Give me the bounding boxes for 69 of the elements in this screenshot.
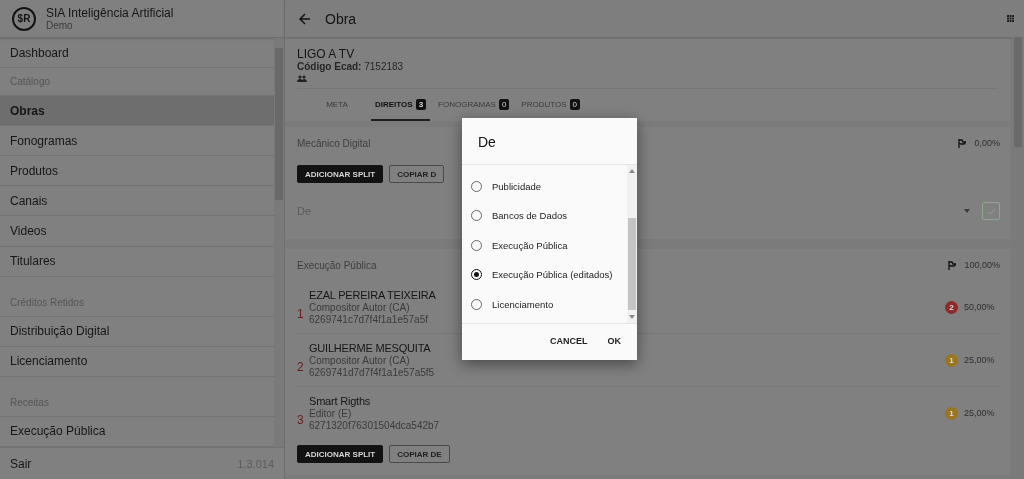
flag-icon xyxy=(958,138,967,148)
rightsholder-name: Smart Rigths xyxy=(309,395,371,407)
rightsholder-role: Editor (E) xyxy=(309,408,352,419)
radio-option[interactable]: Execução Pública (editados) xyxy=(462,260,627,290)
cancel-button[interactable]: CANCEL xyxy=(542,332,596,350)
scroll-up-icon[interactable] xyxy=(629,169,635,173)
app-title: SIA Inteligência Artificial xyxy=(46,6,174,20)
count-badge: 1 xyxy=(945,406,958,420)
sidebar-item[interactable]: Distribuição Digital xyxy=(0,316,274,347)
ok-button[interactable]: OK xyxy=(599,332,629,350)
tab[interactable]: DIREITOS 3 xyxy=(371,89,431,121)
radio-option[interactable]: Bancos de Dados xyxy=(462,201,627,231)
add-split-button[interactable]: ADICIONAR SPLIT xyxy=(297,165,384,183)
share-percentage: 25,00% xyxy=(964,355,996,365)
copy-button[interactable]: COPIAR DE xyxy=(389,445,450,463)
copy-button[interactable]: COPIAR D xyxy=(389,165,445,183)
flag-icon xyxy=(948,260,957,270)
count-badge: 0 xyxy=(498,98,510,110)
count-badge: 3 xyxy=(415,98,427,110)
tab[interactable]: PRODUTOS 0 xyxy=(517,89,584,121)
rightsholder-name: EZAL PEREIRA TEIXEIRA xyxy=(309,289,436,301)
total-percentage: 100,00% xyxy=(964,260,1000,270)
work-title: LIGO A TV xyxy=(297,47,356,61)
count-badge: 2 xyxy=(945,300,958,314)
radio-option[interactable]: Execução Pública xyxy=(462,230,627,260)
page-title: Obra xyxy=(325,10,358,27)
sidebar-item[interactable]: Canais xyxy=(0,186,274,217)
tab[interactable]: META xyxy=(307,89,367,121)
sidebar-item[interactable]: Titulares xyxy=(0,246,274,277)
rightsholder-role: Compositor Autor (CA) xyxy=(309,302,410,313)
sidebar-item[interactable]: Fonogramas xyxy=(0,126,274,157)
count-badge: 0 xyxy=(569,98,580,110)
row-number: 2 xyxy=(297,360,305,374)
rightsholder-role: Compositor Autor (CA) xyxy=(309,355,410,366)
check-icon xyxy=(986,207,996,215)
sidebar-item[interactable]: Execução Pública xyxy=(0,416,274,447)
dialog-title: De xyxy=(462,118,637,165)
count-badge: 1 xyxy=(945,353,958,367)
sidebar-item[interactable]: Videos xyxy=(0,216,274,247)
rightsholder-id: 6271320f76301504dca542b7 xyxy=(309,420,440,431)
radio-option[interactable]: Publicidade xyxy=(462,171,627,201)
row-number: 3 xyxy=(297,413,305,427)
share-percentage: 25,00% xyxy=(964,408,996,418)
people-icon xyxy=(297,75,307,82)
logo: $R xyxy=(12,6,36,31)
scroll-down-icon[interactable] xyxy=(629,315,635,319)
dropdown-caret-icon[interactable] xyxy=(964,209,970,213)
ecad-code: Código Ecad: 7152183 xyxy=(297,61,405,72)
radio-option[interactable]: Licenciamento xyxy=(462,289,627,319)
confirm-check-button[interactable] xyxy=(982,202,1000,220)
row-number: 1 xyxy=(297,307,305,321)
logout-link[interactable]: Sair xyxy=(10,456,32,471)
section-title: Execução Pública xyxy=(297,259,377,271)
share-percentage: 50,00% xyxy=(964,302,996,312)
rightsholder-id: 6269741c7d7f4f1a1e57a5f xyxy=(309,314,428,325)
total-percentage: 0,00% xyxy=(974,138,1000,148)
scrollbar-thumb[interactable] xyxy=(628,218,636,310)
sidebar-item[interactable]: Licenciamento xyxy=(0,346,274,377)
rightsholder-id: 6269741d7d7f4f1a1e57a5f5 xyxy=(309,367,435,378)
apps-grid-icon[interactable] xyxy=(1007,15,1014,22)
section-title: Mecânico Digital xyxy=(297,137,371,149)
app-subtitle: Demo xyxy=(46,20,74,31)
back-arrow-icon[interactable] xyxy=(299,12,311,25)
tab[interactable]: FONOGRAMAS 0 xyxy=(434,89,514,121)
add-split-button[interactable]: ADICIONAR SPLIT xyxy=(297,445,384,463)
sidebar-item[interactable]: Dashboard xyxy=(0,38,274,69)
rightsholder-name: GUILHERME MESQUITA xyxy=(309,342,431,354)
sidebar-item[interactable]: Obras xyxy=(0,96,274,127)
sidebar-item[interactable]: Produtos xyxy=(0,156,274,187)
